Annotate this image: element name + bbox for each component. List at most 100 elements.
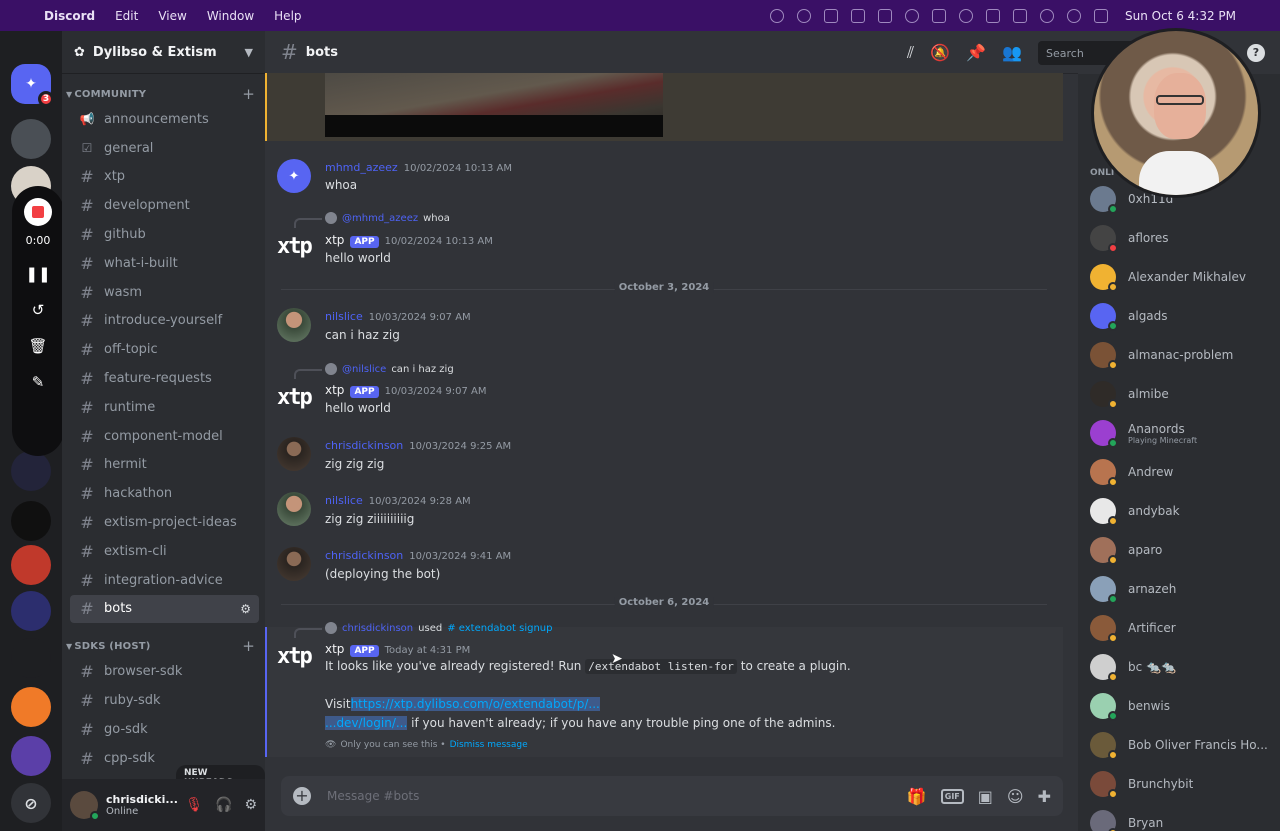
message-author[interactable]: nilslice: [325, 310, 363, 323]
tray-fork-icon[interactable]: [823, 8, 838, 23]
mic-muted-icon[interactable]: 🎙: [185, 797, 203, 813]
sidebar-item-extism-project-ideas[interactable]: # extism-project-ideas: [70, 508, 259, 537]
control-center-icon[interactable]: [1093, 8, 1108, 23]
sidebar-item-wasm[interactable]: # wasm: [70, 278, 259, 307]
stop-recording-button[interactable]: [24, 198, 52, 226]
member-item[interactable]: Andrew: [1090, 455, 1278, 489]
pen-icon[interactable]: ✎: [32, 373, 45, 391]
sidebar-item-hackathon[interactable]: # hackathon: [70, 479, 259, 508]
member-item[interactable]: algads: [1090, 299, 1278, 333]
menu-help[interactable]: Help: [274, 9, 301, 23]
xtp-avatar[interactable]: xtp: [277, 230, 313, 264]
slash-command[interactable]: # extendabot signup: [447, 623, 552, 634]
sidebar-item-extism-cli[interactable]: # extism-cli: [70, 537, 259, 566]
message-author[interactable]: xtp: [325, 642, 344, 656]
member-item[interactable]: andybak: [1090, 494, 1278, 528]
avatar[interactable]: [277, 308, 311, 342]
sidebar-item-browser-sdk[interactable]: # browser-sdk: [70, 657, 259, 686]
sidebar-item-general[interactable]: ☑ general: [70, 134, 259, 163]
member-item[interactable]: Artificer: [1090, 611, 1278, 645]
category-community[interactable]: ▼ COMMUNITY +: [62, 83, 265, 105]
tray-calendar-icon[interactable]: [877, 8, 892, 23]
avatar[interactable]: [70, 791, 100, 821]
headphones-icon[interactable]: 🎧: [215, 797, 232, 813]
discord-home-button[interactable]: ✦ 3: [11, 64, 54, 107]
help-icon[interactable]: ?: [1247, 44, 1265, 62]
message-author[interactable]: chrisdickinson: [325, 439, 403, 452]
sidebar-item-introduce-yourself[interactable]: # introduce-yourself: [70, 307, 259, 336]
sidebar-item-what-i-built[interactable]: # what-i-built: [70, 249, 259, 278]
message-author[interactable]: chrisdickinson: [325, 549, 403, 562]
member-item[interactable]: aparo: [1090, 533, 1278, 567]
menu-app-name[interactable]: Discord: [44, 9, 95, 23]
signup-link[interactable]: https://xtp.dylibso.com/o/extendabot/p/.…: [350, 697, 600, 711]
server-icon[interactable]: [11, 638, 51, 678]
member-item[interactable]: almanac-problem: [1090, 338, 1278, 372]
channel-settings-gear-icon[interactable]: ⚙: [240, 602, 251, 616]
member-item[interactable]: aflores: [1090, 221, 1278, 255]
tray-gear-icon[interactable]: [796, 8, 811, 23]
upload-plus-button[interactable]: +: [293, 787, 311, 805]
sidebar-item-github[interactable]: # github: [70, 220, 259, 249]
menubar-clock[interactable]: Sun Oct 6 4:32 PM: [1125, 9, 1236, 23]
member-item[interactable]: bc 🐀🐀: [1090, 650, 1278, 684]
tray-play-icon[interactable]: [904, 8, 919, 23]
gif-button[interactable]: GIF: [940, 788, 964, 804]
menu-view[interactable]: View: [158, 9, 186, 23]
pin-icon[interactable]: 📌: [966, 43, 986, 63]
threads-icon[interactable]: ⫽: [907, 43, 914, 63]
command-invocation[interactable]: chrisdickinson used # extendabot signup: [325, 622, 552, 634]
sidebar-item-xtp[interactable]: # xtp: [70, 163, 259, 192]
avatar[interactable]: [277, 437, 311, 471]
sidebar-item-development[interactable]: # development: [70, 191, 259, 220]
gear-icon[interactable]: ⚙: [244, 797, 257, 813]
message-composer[interactable]: + Message #bots 🎁 GIF ▣ ☺ ✚: [281, 776, 1063, 816]
guild-header[interactable]: ✿ Dylibso & Extism ▼: [62, 31, 265, 74]
sidebar-item-runtime[interactable]: # runtime: [70, 393, 259, 422]
server-icon[interactable]: [11, 451, 51, 491]
sidebar-item-off-topic[interactable]: # off-topic: [70, 335, 259, 364]
member-item[interactable]: Brunchybit: [1090, 767, 1278, 801]
embed-image[interactable]: [325, 73, 663, 137]
message-author[interactable]: xtp: [325, 383, 344, 397]
message-author[interactable]: xtp: [325, 233, 344, 247]
xtp-avatar[interactable]: xtp: [277, 640, 313, 674]
member-item[interactable]: Bryan: [1090, 806, 1278, 831]
xtp-avatar[interactable]: xtp: [277, 381, 313, 415]
server-icon[interactable]: [11, 736, 51, 776]
bluetooth-icon[interactable]: [931, 8, 946, 23]
member-item[interactable]: arnazeh: [1090, 572, 1278, 606]
add-channel-button[interactable]: +: [242, 85, 255, 103]
dismiss-message-link[interactable]: Dismiss message: [450, 740, 528, 750]
sidebar-item-announcements[interactable]: 📢 announcements: [70, 105, 259, 134]
menu-window[interactable]: Window: [207, 9, 254, 23]
apps-icon[interactable]: ✚: [1038, 787, 1051, 806]
pause-icon[interactable]: ❚❚: [25, 265, 50, 283]
sidebar-item-component-model[interactable]: # component-model: [70, 422, 259, 451]
keyboard-layout-icon[interactable]: [985, 8, 1000, 23]
avatar[interactable]: [277, 547, 311, 581]
add-channel-button[interactable]: +: [242, 637, 255, 655]
signup-link-cont[interactable]: ...dev/login/...: [325, 716, 408, 730]
avatar[interactable]: [277, 492, 311, 526]
server-icon[interactable]: [11, 591, 51, 631]
members-icon[interactable]: 👥: [1002, 43, 1022, 63]
server-icon[interactable]: [11, 545, 51, 585]
reply-preview[interactable]: @mhmd_azeez whoa: [325, 212, 450, 224]
sidebar-item-go-sdk[interactable]: # go-sdk: [70, 715, 259, 744]
bell-muted-icon[interactable]: 🔕: [930, 43, 950, 63]
server-icon[interactable]: [11, 687, 51, 727]
member-item[interactable]: Bob Oliver Francis Ho...: [1090, 728, 1278, 762]
sidebar-item-integration-advice[interactable]: # integration-advice: [70, 566, 259, 595]
menu-edit[interactable]: Edit: [115, 9, 138, 23]
spotlight-search-icon[interactable]: [1066, 8, 1081, 23]
wifi-icon[interactable]: [1039, 8, 1054, 23]
reply-preview[interactable]: @nilslice can i haz zig: [325, 363, 454, 375]
emoji-icon[interactable]: ☺: [1007, 787, 1024, 806]
server-icon[interactable]: [11, 501, 51, 541]
moon-icon[interactable]: [958, 8, 973, 23]
battery-icon[interactable]: [1012, 8, 1027, 23]
server-icon[interactable]: [11, 119, 51, 159]
tray-shield-icon[interactable]: [850, 8, 865, 23]
member-item[interactable]: Ananords Playing Minecraft: [1090, 416, 1278, 450]
